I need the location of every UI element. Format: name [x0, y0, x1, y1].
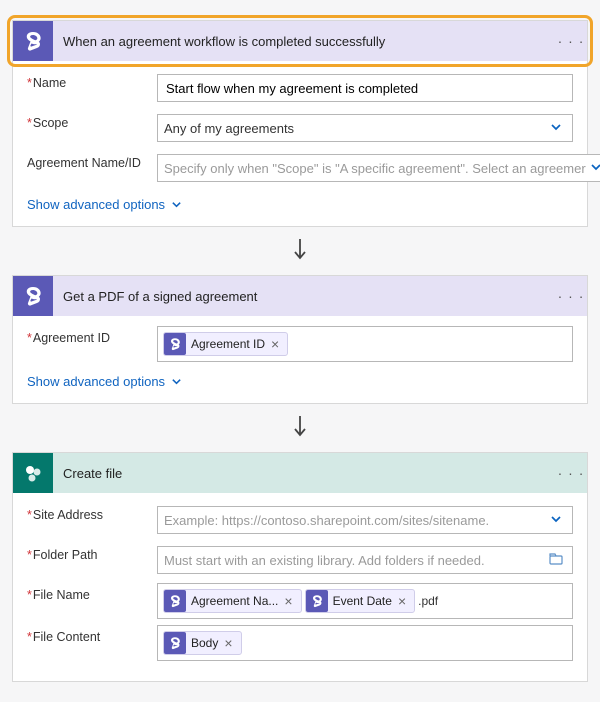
flow-arrow: [12, 227, 588, 275]
agreement-id-label: Agreement ID: [27, 326, 157, 346]
action-get-pdf-card: Get a PDF of a signed agreement · · · Ag…: [12, 275, 588, 404]
show-advanced-label: Show advanced options: [27, 197, 165, 212]
site-select[interactable]: Example: https://contoso.sharepoint.com/…: [157, 506, 573, 534]
chevron-down-icon: [546, 121, 566, 136]
action-header[interactable]: Get a PDF of a signed agreement · · ·: [13, 276, 587, 316]
scope-label: Scope: [27, 111, 157, 131]
trigger-title: When an agreement workflow is completed …: [53, 34, 555, 49]
sharepoint-icon: [13, 453, 53, 493]
agreement-id-input[interactable]: Agreement ID ×: [157, 326, 573, 362]
token-agreement-id[interactable]: Agreement ID ×: [163, 332, 288, 356]
agreement-placeholder: Specify only when "Scope" is "A specific…: [164, 161, 586, 176]
scope-value: Any of my agreements: [164, 121, 546, 136]
filename-label: File Name: [27, 583, 157, 603]
agreement-label: Agreement Name/ID: [27, 151, 157, 171]
adobe-sign-icon: [164, 333, 186, 355]
adobe-sign-icon: [306, 590, 328, 612]
adobe-sign-icon: [13, 21, 53, 61]
token-remove-icon[interactable]: ×: [267, 336, 283, 352]
scope-select[interactable]: Any of my agreements: [157, 114, 573, 142]
token-event-date[interactable]: Event Date ×: [305, 589, 416, 613]
folder-input[interactable]: Must start with an existing library. Add…: [157, 546, 573, 574]
action-create-file-card: Create file · · · Site Address Example: …: [12, 452, 588, 682]
token-text: Event Date: [333, 594, 394, 608]
folder-placeholder: Must start with an existing library. Add…: [164, 553, 546, 568]
action-title: Create file: [53, 466, 555, 481]
chevron-down-icon: [586, 161, 600, 176]
action-title: Get a PDF of a signed agreement: [53, 289, 555, 304]
site-placeholder: Example: https://contoso.sharepoint.com/…: [164, 513, 546, 528]
site-label: Site Address: [27, 503, 157, 523]
filename-input[interactable]: Agreement Na... × Event Date × .pdf: [157, 583, 573, 619]
token-body[interactable]: Body ×: [163, 631, 242, 655]
token-text: Agreement Na...: [191, 594, 280, 608]
content-label: File Content: [27, 625, 157, 645]
show-advanced-label: Show advanced options: [27, 374, 165, 389]
action-body: Agreement ID Agreement ID × Show advance…: [13, 316, 587, 403]
name-input-text[interactable]: [164, 80, 566, 97]
filename-suffix: .pdf: [418, 594, 438, 608]
adobe-sign-icon: [164, 590, 186, 612]
show-advanced-link[interactable]: Show advanced options: [27, 191, 182, 212]
show-advanced-link[interactable]: Show advanced options: [27, 368, 182, 389]
more-menu-button[interactable]: · · ·: [555, 465, 587, 481]
trigger-body: Name Scope Any of my agreements Agreemen…: [13, 61, 587, 226]
folder-label: Folder Path: [27, 543, 157, 563]
token-remove-icon[interactable]: ×: [280, 593, 296, 609]
flow-arrow: [12, 404, 588, 452]
adobe-sign-icon: [13, 276, 53, 316]
trigger-header[interactable]: When an agreement workflow is completed …: [13, 21, 587, 61]
agreement-select[interactable]: Specify only when "Scope" is "A specific…: [157, 154, 600, 182]
chevron-down-icon: [171, 376, 182, 387]
token-agreement-name[interactable]: Agreement Na... ×: [163, 589, 302, 613]
more-menu-button[interactable]: · · ·: [555, 288, 587, 304]
adobe-sign-icon: [164, 632, 186, 654]
chevron-down-icon: [171, 199, 182, 210]
content-input[interactable]: Body ×: [157, 625, 573, 661]
folder-picker-icon[interactable]: [546, 552, 566, 569]
token-text: Body: [191, 636, 220, 650]
action-body: Site Address Example: https://contoso.sh…: [13, 493, 587, 681]
chevron-down-icon: [546, 513, 566, 528]
token-text: Agreement ID: [191, 337, 267, 351]
more-menu-button[interactable]: · · ·: [555, 33, 587, 49]
action-header[interactable]: Create file · · ·: [13, 453, 587, 493]
token-remove-icon[interactable]: ×: [394, 593, 410, 609]
name-input[interactable]: [157, 74, 573, 102]
token-remove-icon[interactable]: ×: [220, 635, 236, 651]
name-label: Name: [27, 71, 157, 91]
trigger-card: When an agreement workflow is completed …: [12, 20, 588, 227]
